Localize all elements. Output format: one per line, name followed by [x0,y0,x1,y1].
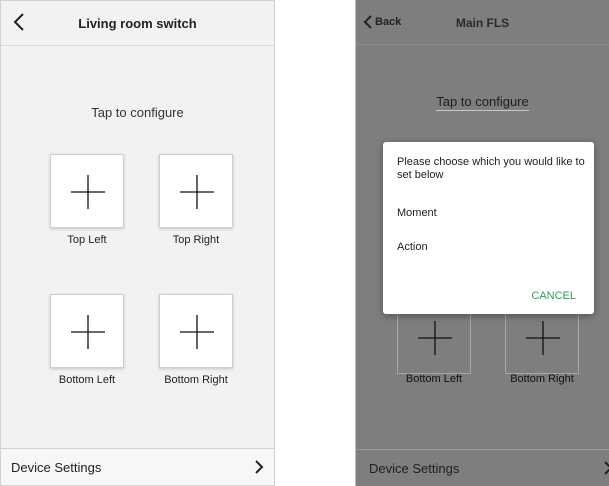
page-title: Main FLS [455,16,510,30]
device-settings-row[interactable]: Device Settings [1,448,274,485]
header: Back Main FLS [356,0,609,45]
dialog-prompt: Please choose which you would like to se… [397,156,585,181]
plus-icon [180,175,214,209]
device-settings-row[interactable]: Device Settings [356,449,609,486]
cancel-button[interactable]: CANCEL [531,290,576,302]
option-moment[interactable]: Moment [397,207,437,219]
plus-icon [418,321,452,355]
chevron-right-icon [604,461,609,475]
device-settings-label: Device Settings [369,461,460,476]
tile-top-left[interactable] [50,154,124,228]
tile-bottom-right[interactable] [159,294,233,368]
tile-label: Top Right [172,234,220,246]
plus-icon [71,315,105,349]
tile-bottom-left[interactable] [50,294,124,368]
choice-dialog: Please choose which you would like to se… [383,142,594,314]
tile-label: Top Left [67,234,107,246]
instruction-text: Tap to configure [356,94,609,111]
tile-label: Bottom Right [510,373,574,385]
page-title: Living room switch [78,16,197,31]
chevron-right-icon [255,460,264,474]
tile-label: Bottom Right [164,374,228,386]
left-phone-screen: Living room switch Tap to configure Top … [0,0,275,486]
device-settings-label: Device Settings [11,460,102,475]
instruction-label: Tap to configure [436,94,529,111]
instruction-text: Tap to configure [91,105,184,120]
plus-icon [180,315,214,349]
tile-top-right[interactable] [159,154,233,228]
right-phone-screen: Back Main FLS Tap to configure Bottom Le… [355,0,609,486]
header: Living room switch [1,1,274,46]
tile-label: Bottom Left [405,373,463,385]
option-action[interactable]: Action [397,241,428,253]
tile-label: Bottom Left [58,374,116,386]
plus-icon [71,175,105,209]
plus-icon [526,321,560,355]
